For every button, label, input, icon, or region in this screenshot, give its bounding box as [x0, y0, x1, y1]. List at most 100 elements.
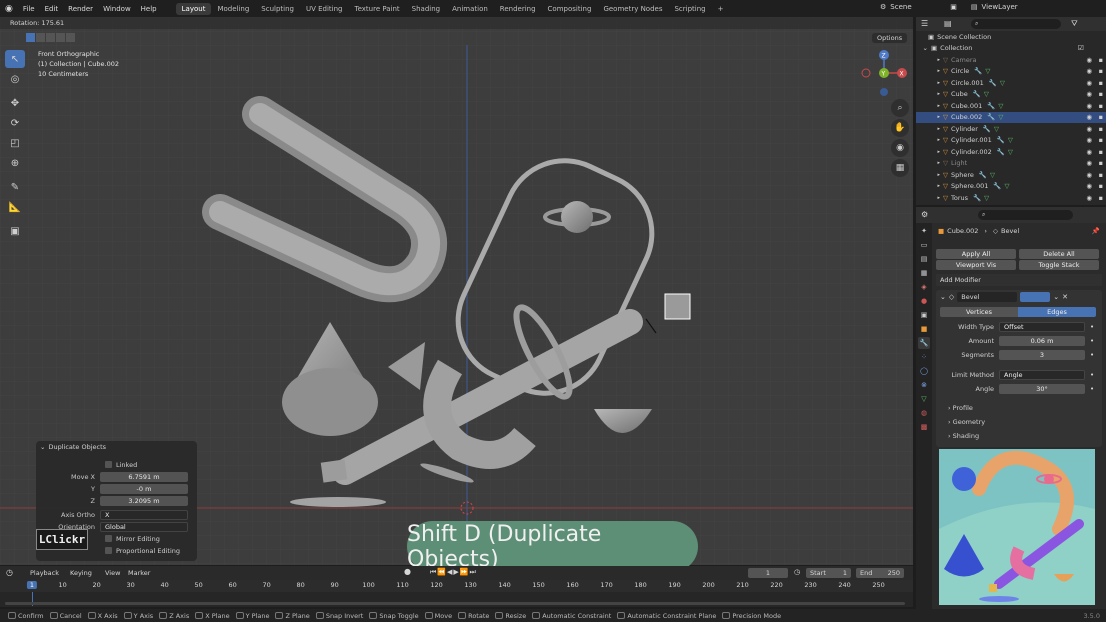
visibility-eye-icon[interactable]: ◉	[1086, 159, 1092, 167]
add-modifier-dropdown[interactable]: Add Modifier	[936, 274, 1102, 286]
visibility-eye-icon[interactable]: ◉	[1086, 113, 1092, 121]
timeline-menu-keying[interactable]: Keying	[70, 569, 92, 577]
select-mode-icons[interactable]	[26, 33, 75, 42]
move-tool-icon[interactable]: ✥	[5, 94, 25, 112]
visibility-eye-icon[interactable]: ◉	[1086, 148, 1092, 156]
render-camera-icon[interactable]: ▪	[1099, 159, 1103, 167]
timeline-ruler[interactable]: 1 10 20 30 40 50 60 70 80 90 100 110 120 130 140 150 160…	[0, 580, 913, 606]
move-z-field[interactable]: 3.2095 m	[100, 495, 188, 506]
timeline[interactable]: 1 10 20 30 40 50 60 70 80 90 100 110 120 130 140 150 160…	[0, 580, 913, 607]
visibility-eye-icon[interactable]: ◉	[1086, 136, 1092, 144]
outliner-row[interactable]: ▸ ▽ Cube 🔧 ▽ ◉ ▪	[916, 89, 1106, 101]
mesh-data-icon[interactable]: ▽	[990, 171, 995, 179]
expand-arrow-icon[interactable]: ▸	[916, 195, 940, 201]
toggle-stack-button[interactable]: Toggle Stack	[1019, 260, 1099, 270]
workspace-tab-geometry-nodes[interactable]: Geometry Nodes	[597, 3, 668, 15]
outliner[interactable]: ▣ Scene Collection ⌄ ▣ Collection ☑ ▸ ▽ Camera…	[916, 31, 1106, 205]
select-tool-icon[interactable]: ↖	[5, 50, 25, 68]
timeline-editor-icon[interactable]: ◷	[6, 568, 13, 577]
expand-arrow-icon[interactable]: ▸	[916, 149, 940, 155]
render-camera-icon[interactable]: ▪	[1099, 136, 1103, 144]
render-tab-icon[interactable]: ▭	[918, 239, 930, 251]
view-layer-tab-icon[interactable]: ▦	[918, 267, 930, 279]
filter-icon[interactable]: ⛛	[1071, 19, 1078, 29]
keyframe-dot-icon[interactable]: •	[1090, 337, 1094, 345]
new-scene-icon[interactable]: ▣	[950, 3, 957, 11]
keyframe-dot-icon[interactable]: •	[1090, 323, 1094, 331]
record-button-icon[interactable]: ●	[404, 567, 411, 576]
collection-checkbox-icon[interactable]: ☑	[1078, 44, 1084, 52]
world-tab-icon[interactable]: ●	[918, 295, 930, 307]
current-frame-field[interactable]: 1	[748, 568, 788, 578]
amount-field[interactable]: 0.06 m	[999, 336, 1085, 346]
workspace-tab-texture-paint[interactable]: Texture Paint	[349, 3, 406, 15]
move-x-field[interactable]: 6.7591 m	[100, 471, 188, 482]
menu-file[interactable]: File	[18, 5, 40, 13]
measure-tool-icon[interactable]: 📐	[5, 198, 25, 216]
scene-name[interactable]: Scene	[890, 3, 950, 11]
orientation-dropdown[interactable]: Global	[100, 521, 188, 532]
angle-field[interactable]: 30°	[999, 384, 1085, 394]
texture-tab-icon[interactable]: ▩	[918, 421, 930, 433]
render-camera-icon[interactable]: ▪	[1099, 113, 1103, 121]
render-camera-icon[interactable]: ▪	[1099, 90, 1103, 98]
outliner-row[interactable]: ▸ ▽ Sphere 🔧 ▽ ◉ ▪	[916, 169, 1106, 181]
mesh-data-icon[interactable]: ▽	[984, 90, 989, 98]
expand-arrow-icon[interactable]: ▸	[916, 68, 940, 74]
add-cube-tool-icon[interactable]: ▣	[5, 222, 25, 240]
start-frame-field[interactable]: Start 1	[806, 568, 851, 578]
properties-search-input[interactable]: ⌕	[978, 210, 1073, 220]
modifier-tab-icon[interactable]: 🔧	[918, 337, 930, 349]
expand-arrow-icon[interactable]: ▸	[916, 114, 940, 120]
expand-arrow-icon[interactable]: ▸	[916, 103, 940, 109]
zoom-icon[interactable]: ⌕	[891, 99, 909, 117]
mesh-data-icon[interactable]: ▽	[984, 194, 989, 202]
move-y-field[interactable]: -0 m	[100, 483, 188, 494]
scene-tab-icon[interactable]: ◈	[918, 281, 930, 293]
timeline-menu-playback[interactable]: Playback	[30, 569, 59, 577]
data-tab-icon[interactable]: ▽	[918, 393, 930, 405]
modifier-icon[interactable]: 🔧	[979, 171, 987, 179]
visibility-eye-icon[interactable]: ◉	[1086, 67, 1092, 75]
pan-hand-icon[interactable]: ✋	[891, 119, 909, 137]
expand-arrow-icon[interactable]: ▸	[916, 160, 940, 166]
mesh-data-icon[interactable]: ▽	[998, 113, 1003, 121]
camera-view-icon[interactable]: ◉	[891, 139, 909, 157]
cursor-tool-icon[interactable]: ◎	[5, 70, 25, 88]
modifier-name-field[interactable]: Bevel	[957, 292, 1018, 302]
modifier-icon[interactable]: 🔧	[993, 182, 1001, 190]
modifier-icon[interactable]: 🔧	[997, 148, 1005, 156]
geometry-section[interactable]: › Geometry	[936, 415, 1102, 429]
object-tab-icon[interactable]: ■	[918, 323, 930, 335]
render-camera-icon[interactable]: ▪	[1099, 125, 1103, 133]
render-camera-icon[interactable]: ▪	[1099, 102, 1103, 110]
segments-field[interactable]: 3	[999, 350, 1085, 360]
mirror-editing-checkbox[interactable]	[105, 535, 112, 542]
outliner-row[interactable]: ▸ ▽ Torus 🔧 ▽ ◉ ▪	[916, 192, 1106, 204]
outliner-row[interactable]: ▸ ▽ Camera ◉ ▪	[916, 54, 1106, 66]
axis-ortho-dropdown[interactable]: X	[100, 509, 188, 520]
mesh-data-icon[interactable]: ▽	[1004, 182, 1009, 190]
expand-arrow-icon[interactable]: ▸	[916, 183, 940, 189]
outliner-row[interactable]: ▸ ▽ Cylinder.001 🔧 ▽ ◉ ▪	[916, 135, 1106, 147]
modifier-icon[interactable]: 🔧	[987, 113, 995, 121]
timeline-menu-marker[interactable]: Marker	[128, 569, 150, 577]
annotate-tool-icon[interactable]: ✎	[5, 178, 25, 196]
workspace-tab-rendering[interactable]: Rendering	[494, 3, 542, 15]
render-camera-icon[interactable]: ▪	[1099, 171, 1103, 179]
properties-editor-icon[interactable]: ⚙	[921, 210, 928, 219]
expand-arrow-icon[interactable]: ▸	[916, 57, 940, 63]
visibility-eye-icon[interactable]: ◉	[1086, 171, 1092, 179]
proportional-editing-checkbox[interactable]	[105, 547, 112, 554]
constraints-tab-icon[interactable]: ⊗	[918, 379, 930, 391]
playback-controls-icon[interactable]: ⏮⏪◀▶⏩⏭	[430, 568, 477, 577]
material-tab-icon[interactable]: ◍	[918, 407, 930, 419]
limit-method-dropdown[interactable]: Angle	[999, 370, 1085, 380]
physics-tab-icon[interactable]: ◯	[918, 365, 930, 377]
mesh-data-icon[interactable]: ▽	[994, 125, 999, 133]
menu-help[interactable]: Help	[136, 5, 162, 13]
outliner-row[interactable]: ▸ ▽ Cylinder 🔧 ▽ ◉ ▪	[916, 123, 1106, 135]
menu-edit[interactable]: Edit	[40, 5, 64, 13]
output-tab-icon[interactable]: ▤	[918, 253, 930, 265]
edges-tab[interactable]: Edges	[1018, 307, 1096, 317]
